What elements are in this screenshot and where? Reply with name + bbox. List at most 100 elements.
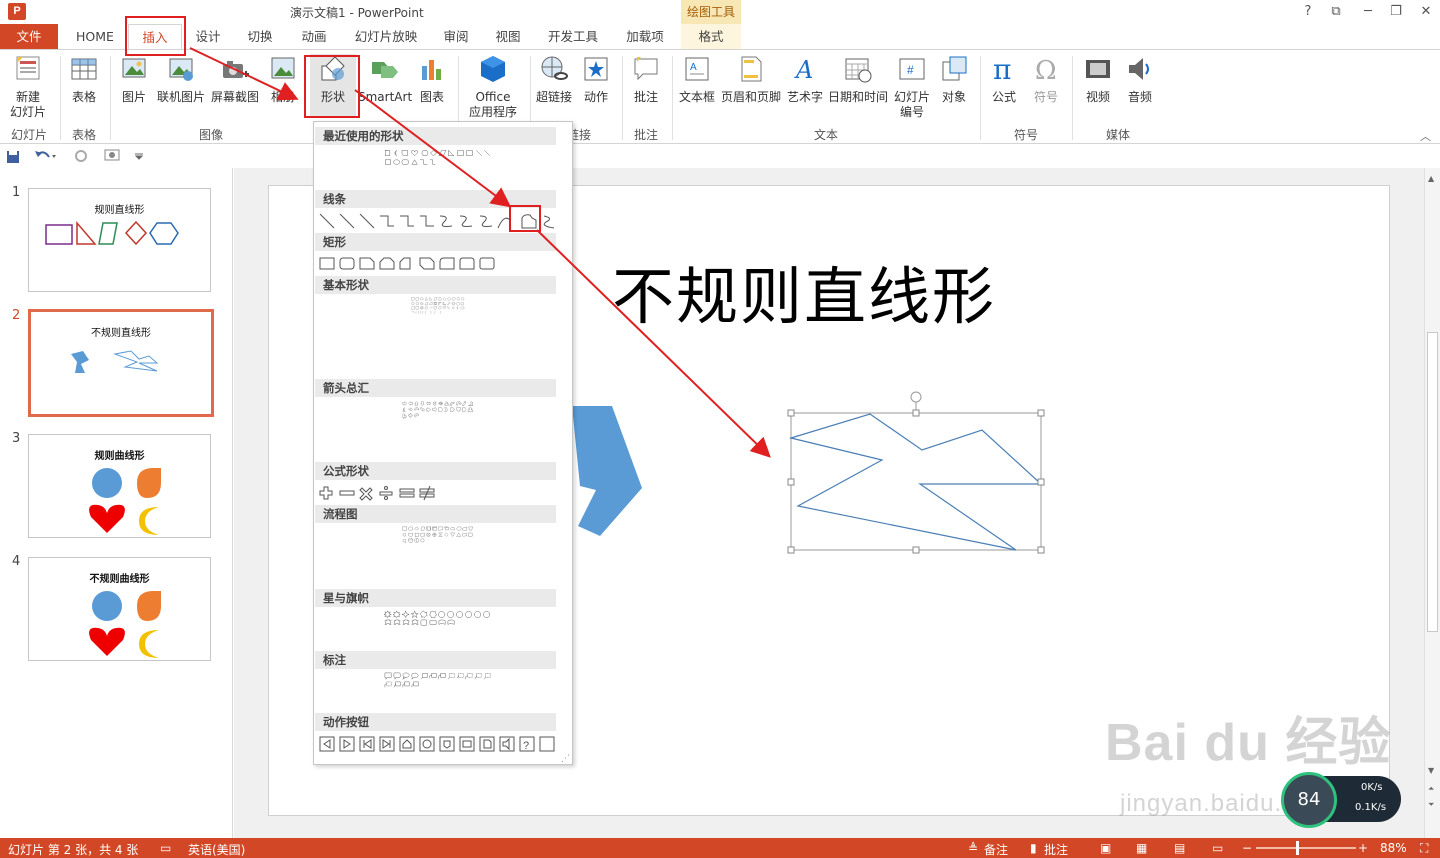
restore-icon[interactable]: ❐ (1386, 3, 1406, 21)
title-bar: P 演示文稿1 - PowerPoint 绘图工具 ? ⧉ ─ ❐ ✕ (0, 0, 1440, 24)
slide-thumbnail-4[interactable]: 不规则曲线形 (28, 557, 211, 661)
slide-number-icon: # (899, 58, 925, 80)
close-icon[interactable]: ✕ (1416, 3, 1436, 21)
tab-home[interactable]: HOME (66, 24, 124, 49)
new-slide-button[interactable]: 新建 幻灯片 (4, 54, 52, 120)
flowchart-grid[interactable] (318, 526, 558, 544)
language-indicator[interactable]: 英语(美国) (188, 841, 245, 858)
header-footer-button[interactable]: 页眉和页脚 (720, 54, 782, 105)
audio-button[interactable]: 音频 (1120, 54, 1160, 105)
slide-thumbnail-2[interactable]: 不规则直线形 (28, 309, 214, 417)
help-icon[interactable]: ? (1298, 3, 1318, 21)
start-slideshow-icon[interactable] (104, 149, 122, 163)
spellcheck-icon[interactable]: ▭ (160, 841, 171, 855)
zoom-slider-track[interactable] (1256, 847, 1356, 849)
tab-review[interactable]: 审阅 (434, 24, 478, 49)
equation-shapes-row[interactable] (318, 484, 558, 502)
picture-button[interactable]: 图片 (116, 54, 152, 105)
ribbon-display-options-icon[interactable]: ⧉ (1326, 3, 1346, 21)
tab-addins[interactable]: 加载项 (618, 24, 672, 49)
tab-transitions[interactable]: 切换 (238, 24, 282, 49)
fit-to-window-icon[interactable]: ⛶ (1420, 841, 1428, 856)
next-slide-icon[interactable]: ⏷ (1428, 800, 1434, 810)
object-icon (942, 56, 967, 81)
album-button[interactable]: 相册 (264, 54, 302, 105)
powerpoint-app-icon[interactable]: P (8, 3, 26, 20)
rectangles-row[interactable] (318, 255, 558, 273)
tab-animations[interactable]: 动画 (292, 24, 336, 49)
wordart-button[interactable]: A 艺术字 (784, 54, 826, 105)
scrollbar-thumb[interactable] (1427, 332, 1438, 632)
textbox-button[interactable]: A 文本框 (676, 54, 718, 105)
callouts-grid[interactable] (318, 672, 558, 690)
normal-view-icon[interactable]: ▣ (1100, 841, 1111, 855)
customize-qat-icon[interactable] (134, 152, 144, 160)
action-buttons-row[interactable]: ? (318, 735, 558, 753)
hyperlink-button[interactable]: 超链接 (534, 54, 574, 105)
slide-sorter-icon[interactable]: ▦ (1136, 841, 1147, 855)
recent-shapes-row[interactable] (318, 149, 558, 167)
slide-number-button[interactable]: # 幻灯片 编号 (890, 54, 934, 120)
stars-banners-grid[interactable] (318, 610, 558, 628)
online-picture-label: 联机图片 (156, 90, 205, 104)
slide-thumbnail-3[interactable]: 规则曲线形 (28, 434, 211, 538)
tab-slideshow[interactable]: 幻灯片放映 (348, 24, 424, 49)
chart-label: 图表 (419, 90, 444, 104)
block-arrows-grid[interactable] (318, 401, 558, 419)
comments-button[interactable]: 批注 (1044, 841, 1068, 858)
slideshow-view-icon[interactable]: ▭ (1212, 841, 1223, 855)
tab-format[interactable]: 格式 (681, 24, 741, 49)
category-callouts: 标注 (315, 651, 556, 669)
rotate-handle-icon[interactable] (910, 391, 922, 403)
video-label: 视频 (1085, 90, 1110, 104)
zoom-level[interactable]: 88% (1380, 841, 1407, 855)
online-picture-button[interactable]: 联机图片 (156, 54, 206, 105)
collapse-ribbon-icon[interactable]: ︿ (1420, 128, 1431, 144)
undo-icon[interactable] (34, 149, 58, 163)
office-apps-button[interactable]: Office 应用程序 (462, 54, 524, 120)
tab-developer[interactable]: 开发工具 (540, 24, 606, 49)
equation-button[interactable]: π 公式 (986, 53, 1022, 105)
memory-usage-circle[interactable]: 84 (1281, 772, 1337, 828)
slide-thumbnail-1[interactable]: 规则直线形 (28, 188, 211, 292)
video-button[interactable]: 视频 (1078, 54, 1118, 105)
comment-button[interactable]: 批注 (628, 54, 664, 105)
object-button[interactable]: 对象 (936, 54, 972, 105)
resize-grip-icon[interactable]: ⋰ (561, 754, 570, 764)
minimize-icon[interactable]: ─ (1358, 3, 1378, 21)
irregular-shapes-preview (71, 350, 159, 373)
tab-file[interactable]: 文件 (0, 24, 58, 49)
zoom-slider-thumb[interactable] (1296, 841, 1299, 855)
table-button[interactable]: 表格 (64, 54, 104, 105)
tab-view[interactable]: 视图 (486, 24, 530, 49)
slide-number: 4 (12, 554, 21, 569)
irregular-freeform-shape[interactable] (784, 388, 1050, 558)
basic-shapes-grid[interactable] (318, 297, 558, 315)
vertical-scrollbar[interactable]: ▲ ▼ ⏶ ⏷ (1424, 168, 1440, 838)
group-separator (1072, 56, 1073, 140)
smartart-button[interactable]: SmartArt (358, 54, 412, 105)
symbol-button[interactable]: Ω 符号 (1028, 54, 1064, 105)
action-button[interactable]: 动作 (578, 54, 614, 105)
slide-title[interactable]: 不规则直线形 (612, 246, 996, 336)
tab-design[interactable]: 设计 (186, 24, 230, 49)
category-flowchart: 流程图 (315, 505, 556, 523)
comments-icon[interactable]: ▮ (1030, 841, 1037, 855)
scroll-up-icon[interactable]: ▲ (1428, 174, 1434, 183)
notes-icon[interactable]: ≜ (968, 841, 978, 855)
resize-handles[interactable] (787, 409, 1045, 554)
svg-text:A: A (690, 62, 697, 73)
screenshot-button[interactable]: 屏幕截图 (208, 54, 262, 105)
redo-icon[interactable] (74, 149, 88, 163)
zoom-in-icon[interactable]: + (1358, 841, 1368, 855)
scroll-down-icon[interactable]: ▼ (1428, 766, 1434, 775)
save-icon[interactable] (6, 150, 20, 164)
previous-slide-icon[interactable]: ⏶ (1428, 784, 1434, 794)
date-time-button[interactable]: 日期和时间 (828, 54, 888, 105)
chart-button[interactable]: 图表 (414, 54, 450, 105)
reading-view-icon[interactable]: ▤ (1174, 841, 1185, 855)
zoom-out-icon[interactable]: − (1242, 841, 1252, 855)
notes-button[interactable]: 备注 (984, 841, 1008, 858)
wordart-label: 艺术字 (786, 90, 823, 104)
slide-number: 2 (12, 308, 21, 323)
